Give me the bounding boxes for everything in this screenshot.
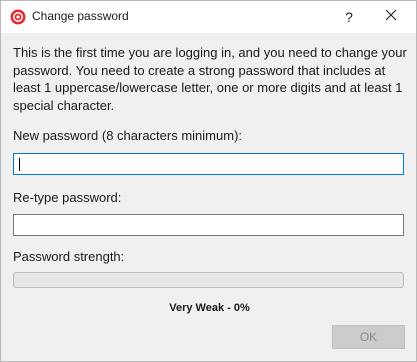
intro-message: This is the first time you are logging i… — [13, 45, 407, 113]
ok-button[interactable]: OK — [332, 325, 405, 349]
close-icon — [385, 8, 397, 26]
help-icon: ? — [345, 9, 353, 25]
text-caret — [19, 158, 20, 171]
app-icon — [10, 9, 26, 25]
close-button[interactable] — [371, 1, 411, 33]
window-title: Change password — [32, 9, 129, 23]
new-password-label: New password (8 characters minimum): — [13, 128, 243, 143]
title-bar: Change password ? — [1, 1, 416, 33]
password-strength-bar — [13, 272, 404, 288]
new-password-field[interactable] — [13, 153, 404, 175]
password-strength-status: Very Weak - 0% — [169, 302, 250, 314]
retype-password-label: Re-type password: — [13, 190, 122, 205]
password-strength-label: Password strength: — [13, 249, 125, 264]
change-password-dialog: Change password ? This is the first time… — [0, 0, 417, 362]
help-button[interactable]: ? — [333, 1, 365, 33]
retype-password-field[interactable] — [13, 214, 404, 236]
